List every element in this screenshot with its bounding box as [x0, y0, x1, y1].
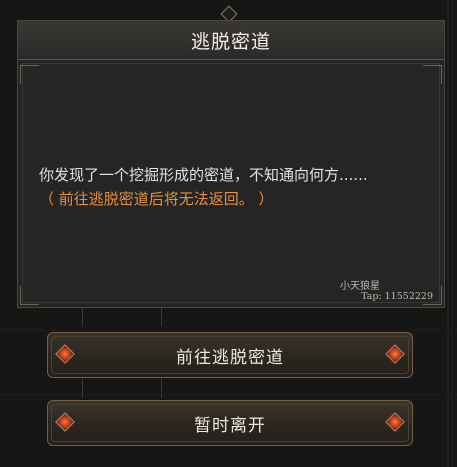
- dialog-title: 逃脱密道: [190, 30, 271, 53]
- go-button-label: 前往逃脱密道: [176, 347, 284, 368]
- gem-icon: [55, 412, 75, 432]
- frame-connector: [82, 378, 162, 398]
- watermark-tap: Tap: 11552229: [361, 291, 433, 302]
- dialog-warning: （ 前往逃脱密道后将无法返回。 ）: [39, 190, 274, 208]
- dialog-message-block: 你发现了一个挖掘形成的密道，不知通向何方...... （ 前往逃脱密道后将无法返…: [39, 163, 439, 211]
- leave-button-label: 暂时离开: [194, 415, 266, 436]
- dialog-message: 你发现了一个挖掘形成的密道，不知通向何方......: [39, 166, 368, 184]
- corner-ornament-icon: [423, 65, 442, 84]
- leave-for-now-button[interactable]: 暂时离开: [47, 400, 413, 446]
- corner-ornament-icon: [20, 286, 39, 305]
- frame-connector: [82, 308, 162, 326]
- gem-icon: [55, 344, 75, 364]
- dialog-title-bar: 逃脱密道: [18, 21, 444, 60]
- gem-icon: [385, 412, 405, 432]
- escape-passage-dialog: 逃脱密道 你发现了一个挖掘形成的密道，不知通向何方...... （ 前往逃脱密道…: [17, 20, 445, 308]
- gem-icon: [385, 344, 405, 364]
- corner-ornament-icon: [20, 65, 39, 84]
- watermark-name: 小天狼星: [340, 281, 380, 292]
- go-to-escape-passage-button[interactable]: 前往逃脱密道: [47, 332, 413, 378]
